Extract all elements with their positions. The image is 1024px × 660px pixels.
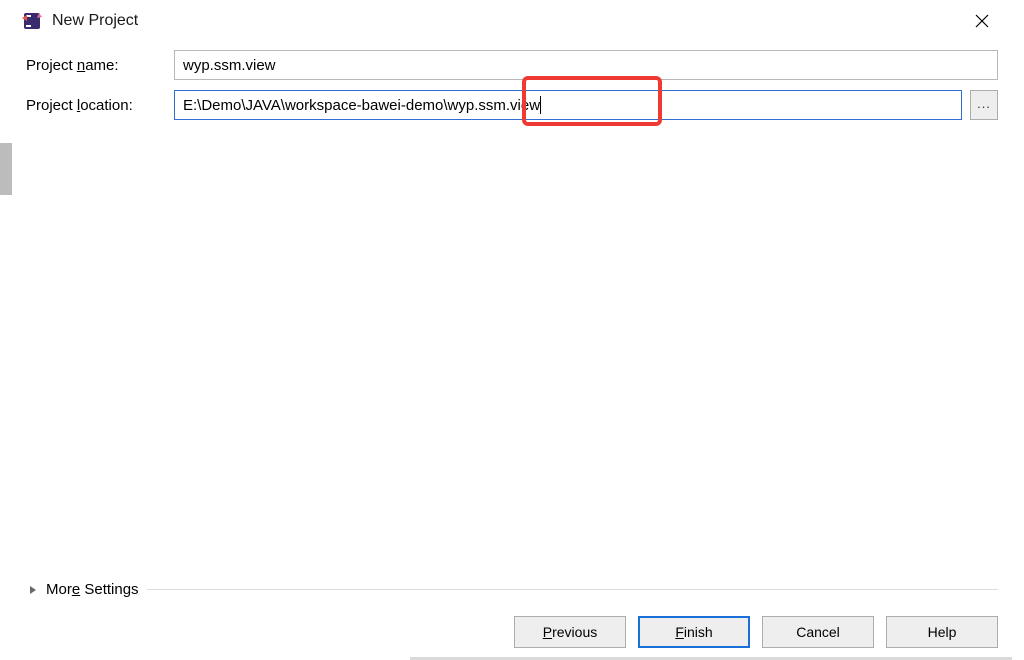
new-project-dialog: New Project Project name: Project locati… (12, 0, 1012, 660)
project-location-input[interactable]: E:\Demo\JAVA\workspace-bawei-demo\wyp.ss… (174, 90, 962, 120)
location-path-suffix: wyp.ssm.view (448, 97, 541, 114)
location-path-prefix: E:\Demo\JAVA\workspace-bawei-demo\ (183, 97, 448, 114)
intellij-icon (22, 11, 42, 31)
help-button[interactable]: Help (886, 616, 998, 648)
button-row: Previous Finish Cancel Help (26, 616, 998, 648)
chevron-right-icon (26, 583, 40, 597)
divider (147, 589, 998, 590)
more-settings-label: More Settings (46, 581, 139, 598)
background-edge (0, 143, 12, 195)
project-name-label: Project name: (26, 57, 174, 74)
project-name-row: Project name: (26, 50, 998, 80)
close-icon (975, 14, 989, 28)
project-location-label: Project location: (26, 97, 174, 114)
text-caret (540, 96, 541, 114)
project-location-row: Project location: E:\Demo\JAVA\workspace… (26, 90, 998, 120)
titlebar: New Project (12, 0, 1012, 40)
more-settings-toggle[interactable]: More Settings (26, 581, 998, 598)
finish-button[interactable]: Finish (638, 616, 750, 648)
dialog-bottom-area: More Settings Previous Finish Cancel Hel… (12, 581, 1012, 660)
previous-button[interactable]: Previous (514, 616, 626, 648)
form-area: Project name: Project location: E:\Demo\… (12, 40, 1012, 581)
browse-location-button[interactable]: ... (970, 90, 998, 120)
project-name-input[interactable] (174, 50, 998, 80)
dialog-title: New Project (52, 12, 962, 30)
cancel-button[interactable]: Cancel (762, 616, 874, 648)
close-button[interactable] (962, 6, 1002, 36)
